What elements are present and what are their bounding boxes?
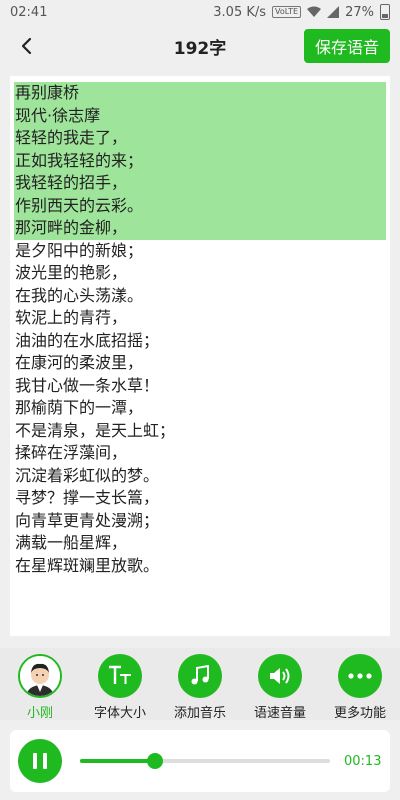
- more-tool[interactable]: 更多功能: [324, 654, 396, 721]
- poem-line: 满载一船星辉，: [15, 533, 128, 552]
- avatar-icon: [20, 656, 60, 696]
- poem-line: 揉碎在浮藻间，: [15, 443, 128, 462]
- poem-line: 沉淀着彩虹似的梦。: [15, 465, 160, 485]
- progress-fill: [80, 759, 155, 763]
- wifi-icon: [307, 6, 322, 17]
- speed-volume-tool[interactable]: 语速音量: [244, 654, 316, 721]
- tool-label-speed: 语速音量: [253, 706, 306, 721]
- poem-line: 现代·徐志摩: [14, 104, 386, 127]
- tool-bar: 小刚 字体大小 添加音乐 语速音量 更多功能: [0, 648, 400, 721]
- tool-label-more: 更多功能: [333, 706, 386, 721]
- status-bar: 02:41 3.05 K/s VoLTE 27%: [0, 0, 400, 24]
- poem-line: 我轻轻的招手，: [14, 172, 386, 195]
- tool-label-font: 字体大小: [93, 706, 146, 721]
- music-note-icon: [191, 665, 209, 685]
- playback-time: 00:13: [344, 753, 382, 769]
- network-speed: 3.05 K/s: [213, 4, 267, 20]
- voice-selector[interactable]: 小刚: [4, 654, 76, 721]
- font-size-icon: [109, 665, 131, 684]
- progress-slider[interactable]: [80, 753, 330, 769]
- poem-line: 那河畔的金柳，: [14, 217, 386, 240]
- battery-percent: 27%: [345, 4, 374, 20]
- poem-line: 油油的在水底招摇；: [15, 330, 160, 350]
- add-music-tool[interactable]: 添加音乐: [164, 654, 236, 721]
- back-button[interactable]: [12, 32, 40, 60]
- progress-thumb[interactable]: [147, 753, 163, 769]
- volume-icon: [270, 668, 290, 684]
- pause-icon: [33, 753, 47, 769]
- signal-icon: [327, 6, 340, 18]
- poem-line: 软泥上的青荇，: [15, 308, 128, 327]
- volte-badge: VoLTE: [272, 6, 302, 18]
- font-size-tool[interactable]: 字体大小: [84, 654, 156, 721]
- more-icon: [348, 673, 372, 679]
- poem-line: 在我的心头荡漾。: [15, 285, 144, 305]
- poem-line: 那榆荫下的一潭，: [15, 398, 144, 417]
- top-bar: 192字 保存语音: [0, 24, 400, 68]
- poem-line: 向青草更青处漫溯；: [15, 510, 160, 530]
- poem-line: 在星辉斑斓里放歌。: [15, 555, 160, 575]
- pause-button[interactable]: [18, 739, 62, 783]
- poem-line: 在康河的柔波里，: [15, 353, 144, 372]
- save-audio-button[interactable]: 保存语音: [304, 29, 390, 63]
- poem-line: 再别康桥: [14, 82, 386, 105]
- poem-line: 寻梦？撑一支长篙，: [15, 488, 160, 507]
- poem-line: 波光里的艳影，: [15, 263, 128, 282]
- poem-line: 正如我轻轻的来；: [14, 149, 386, 172]
- poem-line: 作别西天的云彩。: [14, 194, 386, 217]
- poem-line: 我甘心做一条水草！: [15, 375, 160, 395]
- tool-label-voice: 小刚: [26, 706, 53, 721]
- audio-player: 00:13: [10, 730, 390, 792]
- poem-line: 不是清泉，是天上虹；: [15, 420, 176, 440]
- poem-text[interactable]: 再别康桥 现代·徐志摩 轻轻的我走了， 正如我轻轻的来； 我轻轻的招手， 作别西天的云彩。…: [14, 82, 386, 577]
- poem-line: 是夕阳中的新娘；: [15, 240, 144, 260]
- back-arrow-icon: [21, 37, 32, 55]
- poem-line: 轻轻的我走了，: [14, 127, 386, 150]
- text-card[interactable]: 再别康桥 现代·徐志摩 轻轻的我走了， 正如我轻轻的来； 我轻轻的招手， 作别西天的云彩。…: [10, 76, 390, 636]
- avatar[interactable]: [18, 654, 62, 698]
- battery-icon: [380, 4, 390, 20]
- status-time: 02:41: [10, 4, 48, 20]
- page-title: 192字: [173, 38, 227, 59]
- tool-label-music: 添加音乐: [173, 706, 226, 721]
